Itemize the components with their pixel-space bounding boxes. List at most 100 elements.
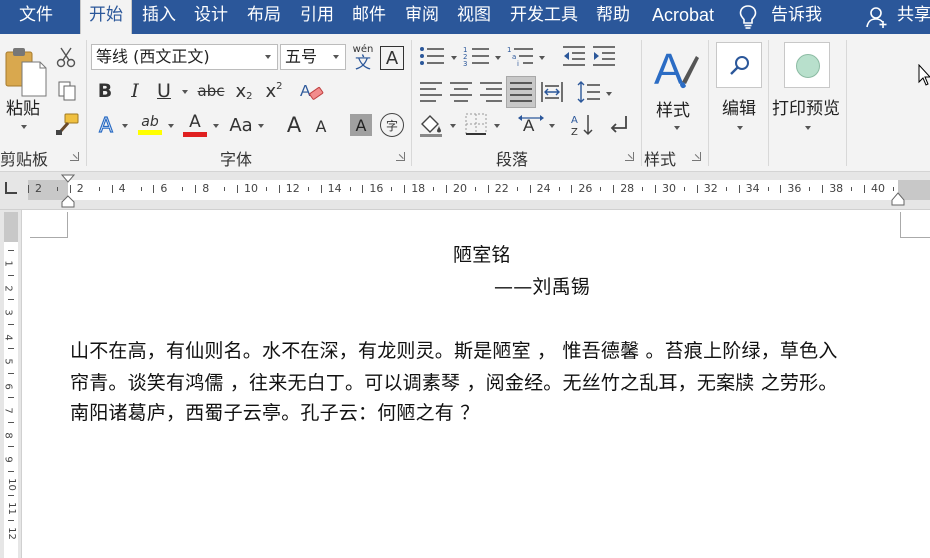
italic-button[interactable]: I (124, 78, 146, 104)
tab-view[interactable]: 视图 (451, 0, 497, 34)
tab-file[interactable]: 文件 (0, 0, 72, 34)
font-color-dropdown-icon[interactable] (213, 124, 219, 128)
shading-dropdown-icon[interactable] (450, 124, 456, 128)
print-preview-label[interactable]: 打印预览 (772, 94, 840, 119)
numbering-icon[interactable]: 123 (463, 44, 491, 68)
editing-button[interactable] (716, 42, 762, 88)
font-color-button[interactable]: A (182, 110, 208, 138)
styles-launcher-icon[interactable] (692, 152, 701, 161)
tab-references[interactable]: 引用 (294, 0, 340, 34)
paste-label[interactable]: 粘贴 (6, 94, 40, 119)
align-center-icon[interactable] (448, 80, 474, 104)
poem-line-3[interactable]: 南阳诸葛庐，西蜀子云亭。孔子云：何陋之有 ？ (70, 398, 479, 425)
paragraph-launcher-icon[interactable] (625, 152, 634, 161)
styles-dropdown-icon[interactable] (674, 126, 680, 130)
lightbulb-icon[interactable] (738, 4, 758, 30)
cut-icon[interactable] (55, 46, 77, 68)
copy-icon[interactable] (56, 80, 78, 102)
line-spacing-dropdown-icon[interactable] (606, 92, 612, 96)
highlight-button[interactable]: ab (136, 110, 164, 138)
justify-icon[interactable] (508, 80, 534, 104)
multilevel-list-icon[interactable]: 1ai (507, 44, 535, 68)
poem-author[interactable]: ——刘禹锡 (494, 272, 590, 299)
line-spacing-icon[interactable] (576, 80, 602, 104)
sort-icon[interactable]: A Z (570, 112, 596, 138)
tab-acrobat[interactable]: Acrobat (642, 0, 724, 34)
tab-help[interactable]: 帮助 (590, 0, 636, 34)
chinese-layout-dropdown-icon[interactable] (549, 124, 555, 128)
tab-design[interactable]: 设计 (188, 0, 234, 34)
styles-icon[interactable]: A (652, 42, 700, 92)
vruler-number: 5 (2, 358, 14, 365)
chinese-layout-icon[interactable]: A (516, 112, 546, 138)
character-shading-button[interactable]: A (350, 114, 372, 136)
poem-line-2[interactable]: 帘青。谈笑有鸿儒 ，往来无白丁。可以调素琴 ，阅金经。无丝竹之乱耳，无案牍 之劳… (70, 368, 838, 395)
strikethrough-button[interactable]: abc (195, 78, 227, 104)
indent-marker-icon[interactable] (61, 174, 75, 208)
tab-insert[interactable]: 插入 (136, 0, 182, 34)
superscript-button[interactable]: x2 (262, 78, 286, 104)
paste-dropdown-icon[interactable] (21, 125, 27, 129)
tab-mailings[interactable]: 邮件 (346, 0, 392, 34)
clear-formatting-icon[interactable]: A (298, 80, 324, 104)
borders-icon[interactable] (464, 112, 488, 136)
font-size-combo[interactable]: 五号 (280, 44, 346, 70)
editing-dropdown-icon[interactable] (737, 126, 743, 130)
vruler-margin (4, 212, 18, 242)
vruler-tick (8, 299, 14, 300)
ruler-tick (28, 185, 29, 193)
tab-home[interactable]: 开始 (80, 0, 132, 35)
change-case-button[interactable]: Aa (226, 112, 256, 138)
numbering-dropdown-icon[interactable] (495, 56, 501, 60)
clipboard-launcher-icon[interactable] (70, 152, 79, 161)
subscript-button[interactable]: x2 (232, 78, 256, 104)
horizontal-ruler[interactable]: 2 2 4 6 8 10 12 14 16 18 20 22 24 26 28 30 32 34 36 38 40 (0, 172, 930, 210)
font-launcher-icon[interactable] (396, 152, 405, 161)
enclose-characters-button[interactable]: 字 (380, 113, 404, 137)
distributed-icon[interactable] (540, 80, 564, 104)
align-left-icon[interactable] (418, 80, 444, 104)
shading-icon[interactable] (418, 112, 444, 138)
align-right-icon[interactable] (478, 80, 504, 104)
bullets-icon[interactable] (418, 44, 446, 68)
text-effects-button[interactable]: A (94, 112, 118, 138)
borders-dropdown-icon[interactable] (494, 124, 500, 128)
print-preview-dropdown-icon[interactable] (805, 126, 811, 130)
highlight-dropdown-icon[interactable] (168, 124, 174, 128)
change-case-dropdown-icon[interactable] (258, 124, 264, 128)
increase-indent-icon[interactable] (591, 44, 617, 68)
tab-layout[interactable]: 布局 (241, 0, 287, 34)
bold-button[interactable]: B (94, 78, 116, 104)
styles-label[interactable]: 样式 (656, 96, 690, 121)
paste-icon[interactable] (4, 44, 48, 98)
shrink-font-button[interactable]: A (310, 114, 332, 138)
tab-review[interactable]: 审阅 (399, 0, 445, 34)
phonetic-guide-button[interactable]: wén 文 (350, 42, 376, 74)
font-name-combo[interactable]: 等线 (西文正文) (91, 44, 278, 70)
person-share-icon[interactable] (866, 5, 888, 29)
print-preview-button[interactable] (784, 42, 830, 88)
vruler-number: 1 (2, 260, 14, 267)
show-marks-icon[interactable] (606, 114, 630, 136)
text-effects-dropdown-icon[interactable] (122, 124, 128, 128)
ruler-number: 32 (703, 182, 718, 195)
underline-button[interactable]: U (153, 78, 175, 104)
right-indent-marker-icon[interactable] (891, 192, 905, 206)
svg-text:1: 1 (507, 46, 511, 54)
multilevel-dropdown-icon[interactable] (539, 56, 545, 60)
font-group-label: 字体 (220, 150, 253, 169)
format-painter-icon[interactable] (54, 112, 80, 136)
share-button[interactable]: 共享 (897, 0, 930, 31)
decrease-indent-icon[interactable] (561, 44, 587, 68)
tab-developer[interactable]: 开发工具 (504, 0, 584, 34)
bullets-dropdown-icon[interactable] (451, 56, 457, 60)
character-border-button[interactable]: A (380, 46, 404, 70)
poem-title[interactable]: 陋室铭 (453, 240, 511, 267)
underline-dropdown-icon[interactable] (182, 90, 188, 94)
grow-font-button[interactable]: A (282, 112, 306, 138)
tell-me-search[interactable]: 告诉我 (771, 0, 822, 31)
poem-line-1[interactable]: 山不在高，有仙则名。水不在深，有龙则灵。斯是陋室 ， 惟吾德馨 。苔痕上阶绿，草… (70, 336, 838, 363)
vertical-ruler[interactable]: 1 2 3 4 5 6 7 8 9 10 11 12 (0, 210, 22, 558)
tab-selector[interactable] (5, 182, 17, 194)
editing-label[interactable]: 编辑 (722, 94, 756, 119)
